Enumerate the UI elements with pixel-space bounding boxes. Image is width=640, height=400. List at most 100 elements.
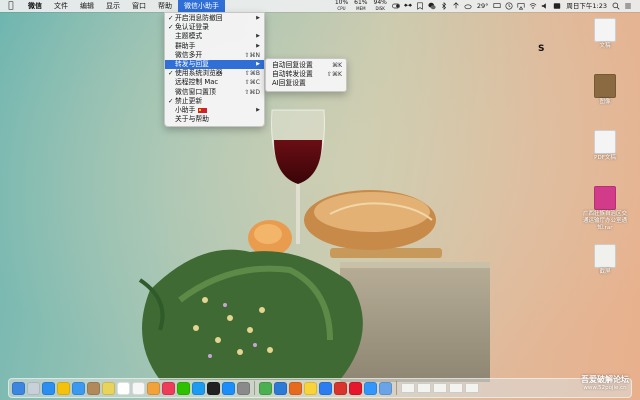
terminal-icon[interactable] — [207, 381, 220, 395]
menu-item-11[interactable]: 关于与帮助 — [165, 115, 264, 124]
watermark-title: 吾爱破解论坛 — [581, 375, 629, 384]
dock-minimized-window[interactable] — [449, 383, 463, 393]
clock-icon[interactable] — [505, 2, 513, 10]
menu-item-4[interactable]: 微信多开 ⇧⌘N — [165, 51, 264, 60]
menu-item-10[interactable]: 小助手 ▶ — [165, 106, 264, 115]
weather-cloud-icon[interactable] — [464, 2, 472, 10]
desktop-item-2[interactable]: PDF文稿 — [583, 130, 627, 162]
menu-bar-left:  微信 文件 编辑 显示 窗口 帮助 微信小助手 — [0, 0, 225, 12]
submenu-item-0[interactable]: 自动回复设置 ⌘K — [266, 61, 346, 70]
dock-minimized-window[interactable] — [465, 383, 479, 393]
safari-icon[interactable] — [42, 381, 55, 395]
mem-unit: MEM — [356, 6, 366, 11]
dropbox-icon[interactable] — [403, 2, 412, 10]
clock-datetime[interactable]: 周日下午1:23 — [563, 0, 610, 12]
notes-icon[interactable] — [102, 381, 115, 395]
wechat-icon[interactable] — [177, 381, 190, 395]
wifi-icon[interactable] — [529, 2, 537, 10]
weather-temp[interactable]: 29° — [474, 0, 492, 12]
menu-item-8[interactable]: 微信窗口置顶 ⇧⌘D — [165, 88, 264, 97]
notification-center-icon[interactable] — [624, 2, 632, 10]
photo-icon — [594, 74, 616, 98]
menu-item-label: 微信多开 — [175, 50, 203, 59]
menu-item-6[interactable]: ✓ 使用系统浏览器 ⇧⌘B — [165, 69, 264, 78]
submenu-arrow-icon: ▶ — [256, 106, 260, 113]
menu-item-9[interactable]: ✓ 禁止更新 — [165, 97, 264, 106]
menu-item-1[interactable]: ✓ 免认证登录 — [165, 23, 264, 32]
dingtalk-icon[interactable] — [364, 381, 377, 395]
checkmark-icon: ✓ — [168, 69, 174, 78]
menu-help[interactable]: 帮助 — [152, 0, 178, 12]
menu-item-label: 禁止更新 — [175, 96, 203, 105]
screen-mirror-icon[interactable] — [493, 2, 501, 10]
photos-icon[interactable] — [147, 381, 160, 395]
qq-icon[interactable] — [192, 381, 205, 395]
submenu-item-2[interactable]: AI回复设置 — [266, 79, 346, 88]
maps-icon[interactable] — [259, 381, 272, 395]
volume-icon[interactable] — [541, 2, 549, 10]
mem-stat[interactable]: 61% MEM — [351, 0, 370, 12]
apple-icon[interactable]:  — [0, 1, 22, 11]
menu-item-label: 免认证登录 — [175, 23, 209, 32]
desktop-item-label: 图像 — [599, 99, 611, 105]
settings-icon[interactable] — [237, 381, 250, 395]
checkmark-icon: ✓ — [168, 14, 174, 22]
music-icon[interactable] — [162, 381, 175, 395]
finder-icon[interactable] — [12, 381, 25, 395]
baidu-netdisk-icon[interactable] — [319, 381, 332, 395]
menu-item-0[interactable]: ✓ 开启消息防撤回 ▶ — [165, 14, 264, 23]
preview-icon[interactable] — [379, 381, 392, 395]
wps-icon[interactable] — [334, 381, 347, 395]
desktop-item-3[interactable]: 广西壮族自治区交通运输厅办公室通知.rar — [583, 186, 627, 232]
dock-minimized-window[interactable] — [433, 383, 447, 393]
desktop-item-label: 广西壮族自治区交通运输厅办公室通知.rar — [583, 211, 628, 231]
cpu-stat[interactable]: 10% CPU — [332, 0, 351, 12]
menu-shortcut: ⇧⌘B — [244, 70, 260, 78]
menu-bar-status: 10% CPU 61% MEM 94% DISK 29° 周日下午1:23 — [332, 0, 640, 12]
watermark: 吾爱破解论坛 www.52pojie.cn — [570, 374, 640, 391]
bookmark-icon[interactable] — [416, 2, 424, 10]
checkmark-icon: ✓ — [168, 23, 174, 32]
menu-window[interactable]: 窗口 — [126, 0, 152, 12]
vscode-icon[interactable] — [274, 381, 287, 395]
weibo-icon[interactable] — [349, 381, 362, 395]
desktop-item-1[interactable]: 图像 — [583, 74, 627, 106]
menu-view[interactable]: 显示 — [100, 0, 126, 12]
spotlight-search-icon[interactable] — [612, 2, 620, 10]
submenu-item-1[interactable]: 自动转发设置 ⇧⌘K — [266, 70, 346, 79]
wechat-assistant-menu: ✓ 开启消息防撤回 ▶ ✓ 免认证登录 主题模式 ▶ 群助手 ▶ 微信多开 ⇧⌘N 转发与回复 ▶ ✓ 使用… — [164, 12, 265, 128]
menu-wechat-assistant[interactable]: 微信小助手 — [178, 0, 225, 12]
menu-item-label: 群助手 — [175, 41, 196, 50]
desktop-item-0[interactable]: 文稿 — [583, 18, 627, 50]
disk-stat[interactable]: 94% DISK — [371, 0, 390, 12]
wechat-status-icon[interactable] — [428, 2, 436, 10]
menu-wechat[interactable]: 微信 — [22, 0, 48, 12]
menu-item-3[interactable]: 群助手 ▶ — [165, 42, 264, 51]
input-method-icon[interactable] — [553, 2, 561, 10]
toggle-icon[interactable] — [391, 2, 400, 10]
menu-item-2[interactable]: 主题模式 ▶ — [165, 32, 264, 41]
airplay-icon[interactable] — [517, 2, 525, 10]
bluetooth-icon[interactable] — [440, 2, 448, 10]
desktop-item-4[interactable]: 截屏 — [583, 244, 627, 276]
chrome-icon[interactable] — [57, 381, 70, 395]
submenu-item-label: AI回复设置 — [272, 79, 306, 88]
cursor-text: S — [538, 44, 545, 54]
reminders-icon[interactable] — [132, 381, 145, 395]
menu-file[interactable]: 文件 — [48, 0, 74, 12]
menu-shortcut: ⇧⌘C — [244, 79, 260, 87]
menu-item-5[interactable]: 转发与回复 ▶ — [165, 59, 264, 70]
contacts-icon[interactable] — [87, 381, 100, 395]
appstore-icon[interactable] — [222, 381, 235, 395]
submenu-arrow-icon: ▶ — [256, 42, 260, 49]
firefox-icon[interactable] — [289, 381, 302, 395]
dock-minimized-window[interactable] — [401, 383, 415, 393]
calendar-icon[interactable] — [117, 381, 130, 395]
menu-item-7[interactable]: 远程控制 Mac ⇧⌘C — [165, 78, 264, 87]
upload-icon[interactable] — [452, 2, 460, 10]
menu-edit[interactable]: 编辑 — [74, 0, 100, 12]
dock-minimized-window[interactable] — [417, 383, 431, 393]
mail-icon[interactable] — [72, 381, 85, 395]
launchpad-icon[interactable] — [27, 381, 40, 395]
qqmusic-icon[interactable] — [304, 381, 317, 395]
